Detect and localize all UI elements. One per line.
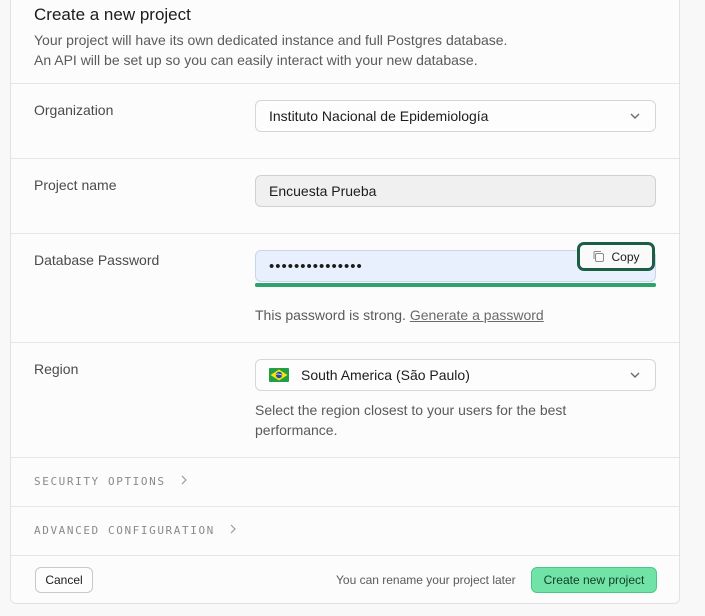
- password-strength-bar: [255, 283, 656, 287]
- password-value: •••••••••••••••: [269, 257, 363, 275]
- description-line: An API will be set up so you can easily …: [34, 52, 478, 68]
- region-select[interactable]: South America (São Paulo): [255, 359, 656, 391]
- divider: [11, 83, 679, 84]
- description-line: Your project will have its own dedicated…: [34, 32, 508, 48]
- card-header: Create a new project Your project will h…: [34, 5, 507, 70]
- region-value: South America (São Paulo): [301, 367, 470, 383]
- project-name-input[interactable]: Encuesta Prueba: [255, 175, 656, 207]
- copy-label: Copy: [611, 249, 640, 264]
- divider: [11, 555, 679, 556]
- region-helper-line: Select the region closest to your users …: [255, 402, 567, 418]
- password-helper: This password is strong. Generate a pass…: [255, 305, 544, 325]
- copy-icon: [593, 251, 605, 262]
- organization-value: Instituto Nacional de Epidemiología: [269, 108, 489, 124]
- security-options-toggle[interactable]: SECURITY OPTIONS: [34, 475, 188, 488]
- region-helper: Select the region closest to your users …: [255, 400, 566, 440]
- page-title: Create a new project: [34, 5, 191, 24]
- chevron-right-icon: [181, 475, 187, 485]
- divider: [11, 457, 679, 458]
- organization-select[interactable]: Instituto Nacional de Epidemiología: [255, 100, 656, 132]
- copy-button[interactable]: Copy: [577, 242, 655, 271]
- advanced-configuration-toggle[interactable]: ADVANCED CONFIGURATION: [34, 524, 237, 537]
- create-project-card: Create a new project Your project will h…: [10, 0, 680, 604]
- organization-label: Organization: [34, 102, 114, 118]
- generate-password-link[interactable]: Generate a password: [410, 307, 544, 323]
- password-strength-text: This password is strong.: [255, 307, 406, 323]
- rename-note: You can rename your project later: [336, 573, 516, 587]
- cancel-button[interactable]: Cancel: [35, 567, 93, 593]
- advanced-configuration-label: ADVANCED CONFIGURATION: [34, 524, 215, 537]
- divider: [11, 233, 679, 234]
- password-strength-fill: [255, 283, 656, 287]
- chevron-down-icon: [630, 113, 640, 119]
- region-helper-line: performance.: [255, 422, 338, 438]
- security-options-label: SECURITY OPTIONS: [34, 475, 166, 488]
- divider: [11, 158, 679, 159]
- brazil-flag-icon: [269, 368, 289, 382]
- project-name-value: Encuesta Prueba: [269, 183, 377, 199]
- chevron-down-icon: [630, 372, 640, 378]
- create-project-button[interactable]: Create new project: [531, 567, 657, 593]
- divider: [11, 342, 679, 343]
- divider: [11, 506, 679, 507]
- project-name-label: Project name: [34, 177, 117, 193]
- page-description: Your project will have its own dedicated…: [34, 30, 507, 70]
- chevron-right-icon: [230, 524, 236, 534]
- region-label: Region: [34, 361, 79, 377]
- database-password-label: Database Password: [34, 252, 160, 268]
